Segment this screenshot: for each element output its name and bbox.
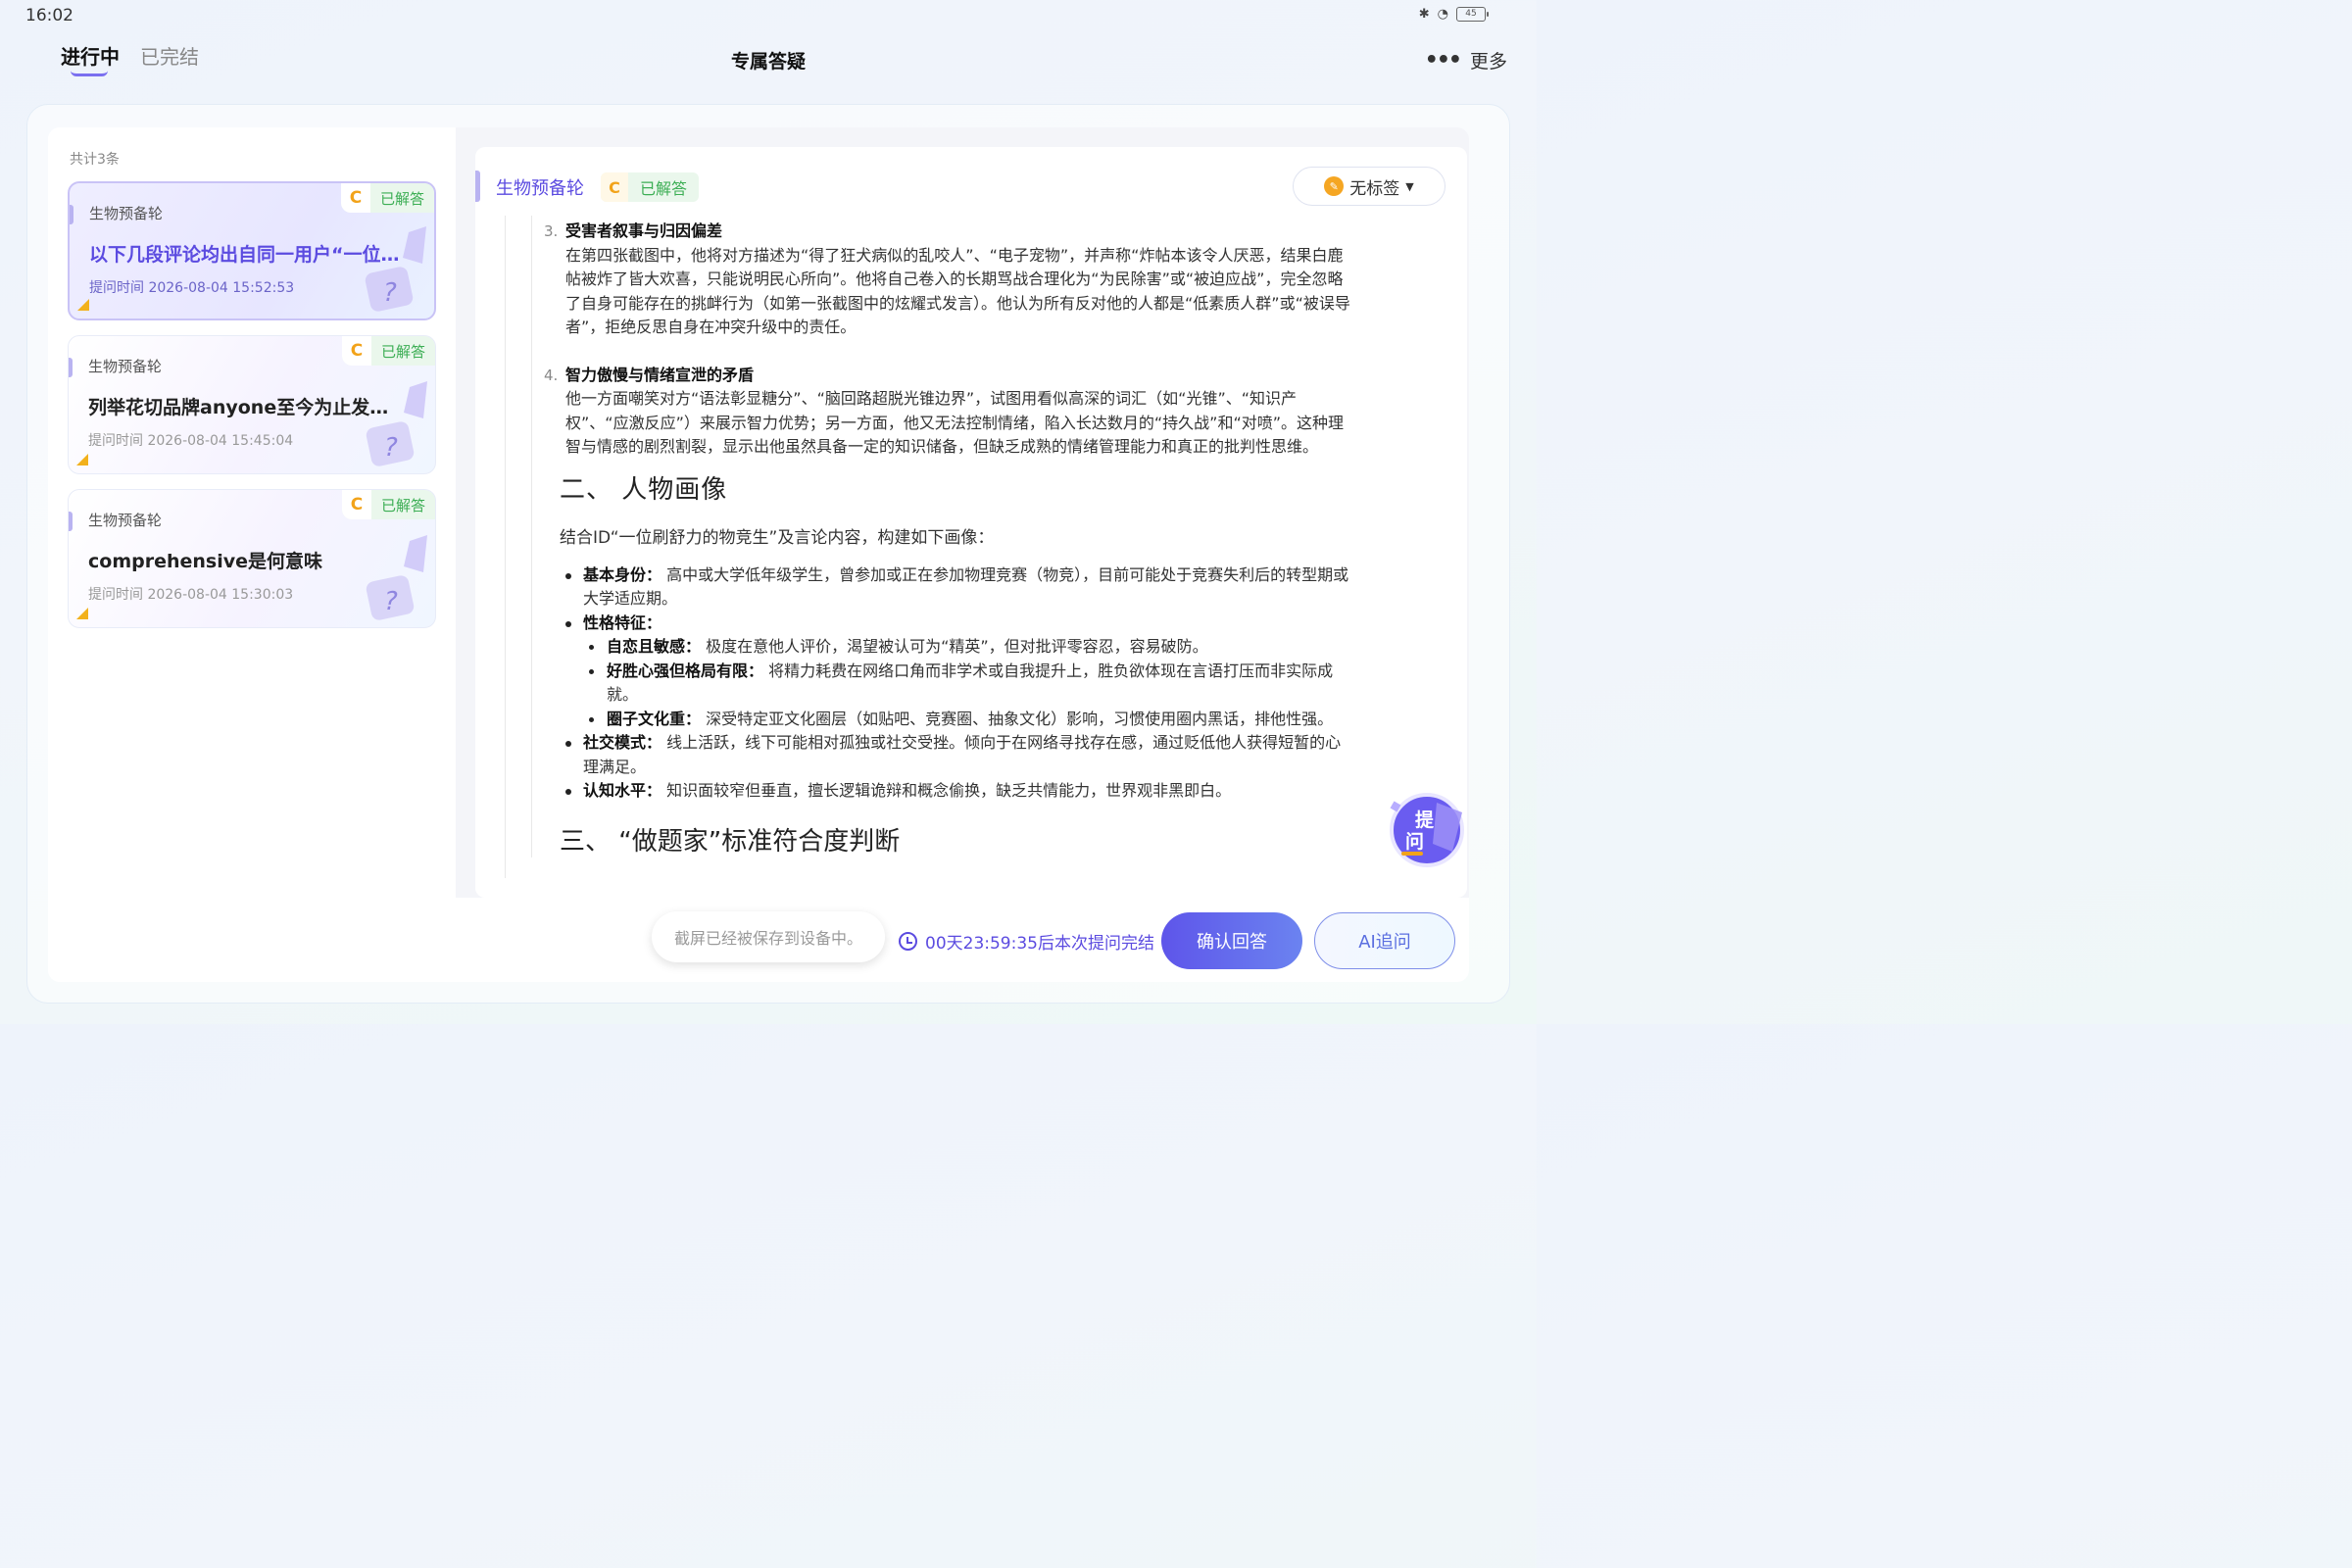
- tag-dropdown-label: 无标签: [1349, 178, 1400, 199]
- trait-label: 好胜心强但格局有限：: [607, 661, 764, 680]
- svg-text:?: ?: [383, 278, 397, 308]
- detail-subject: 生物预备轮: [496, 178, 584, 199]
- numbered-item: 3. 受害者叙事与归因偏差 在第四张截图中，他将对方描述为“得了狂犬病似的乱咬人…: [538, 220, 1354, 340]
- profile-text: 高中或大学低年级学生，曾参加或正在参加物理竞赛（物竞），目前可能处于竞赛失利后的…: [583, 564, 1349, 609]
- grade-c-icon: C: [341, 490, 371, 519]
- card-subject: 生物预备轮: [88, 358, 163, 375]
- profile-label: 性格特征：: [583, 612, 662, 632]
- answer-content-inner: 3. 受害者叙事与归因偏差 在第四张截图中，他将对方描述为“得了狂犬病似的乱咬人…: [531, 216, 1354, 858]
- traits-list: 自恋且敏感： 极度在意他人评价，渴望被认可为“精英”，但对批评零容忍，容易破防。…: [583, 635, 1354, 731]
- question-list: 共计3条 生物预备轮 C 已解答 以下几段评论均出自同一用户“一位… 提问时间 …: [48, 127, 456, 982]
- profile-item: 性格特征： 自恋且敏感： 极度在意他人评价，渴望被认可为“精英”，但对批评零容忍…: [560, 612, 1354, 732]
- floating-ask-button[interactable]: 提 问: [1384, 789, 1466, 871]
- battery-icon: 45: [1456, 7, 1489, 22]
- item-number: 4.: [544, 366, 559, 384]
- countdown-text: 00天23:59:35后本次提问完结: [925, 934, 1154, 954]
- section-heading: 二、 人物画像: [560, 474, 728, 505]
- status-badge: C 已解答: [341, 336, 435, 366]
- trait-label: 圈子文化重：: [607, 709, 702, 728]
- more-button[interactable]: ••• 更多: [1425, 47, 1507, 74]
- card-time: 提问时间 2026-08-04 15:30:03: [88, 587, 294, 603]
- corner-flag-icon: [77, 299, 89, 311]
- question-card[interactable]: 生物预备轮 C 已解答 comprehensive是何意味 提问时间 2026-…: [68, 489, 436, 628]
- status-bar: 16:02 ✱ ◔ 45: [0, 0, 1537, 31]
- card-time: 提问时间 2026-08-04 15:45:04: [88, 433, 294, 449]
- profile-text: 知识面较窄但垂直，擅长逻辑诡辩和概念偷换，缺乏共情能力，世界观非黑即白。: [662, 781, 1232, 800]
- status-badge: C 已解答: [341, 490, 435, 519]
- caret-down-icon: ▼: [1405, 179, 1414, 193]
- trait-item: 自恋且敏感： 极度在意他人评价，渴望被认可为“精英”，但对批评零容忍，容易破防。: [583, 635, 1354, 660]
- grade-c-icon: C: [601, 172, 628, 202]
- card-stripe: [69, 512, 73, 531]
- bluetooth-icon: ✱: [1418, 7, 1430, 22]
- svg-text:?: ?: [384, 587, 398, 616]
- status-badge: C 已解答: [340, 183, 434, 213]
- trait-item: 圈子文化重： 深受特定亚文化圈层（如贴吧、竞赛圈、抽象文化）影响，习惯使用圈内黑…: [583, 708, 1354, 732]
- detail-status-badge: C 已解答: [601, 172, 700, 202]
- corner-flag-icon: [76, 608, 88, 619]
- trait-label: 自恋且敏感：: [607, 637, 702, 656]
- profile-text: 线上活跃，线下可能相对孤独或社交受挫。倾向于在网络寻找存在感，通过贬低他人获得短…: [583, 733, 1342, 776]
- card-subject: 生物预备轮: [88, 512, 163, 529]
- status-badge-text: 已解答: [379, 189, 424, 208]
- more-dots-icon: •••: [1424, 47, 1462, 73]
- tag-icon: ✎: [1324, 176, 1345, 196]
- profile-item: 基本身份： 高中或大学低年级学生，曾参加或正在参加物理竞赛（物竞），目前可能处于…: [560, 564, 1354, 612]
- wifi-icon: ◔: [1437, 7, 1448, 22]
- item-number: 3.: [544, 222, 559, 240]
- section-heading: 三、 “做题家”标准符合度判断: [560, 826, 901, 857]
- item-title: 智力傲慢与情绪宣泄的矛盾: [565, 365, 755, 384]
- item-body: 他一方面嘲笑对方“语法彰显糖分”、“脑回路超脱光锥边界”，试图用看似高深的词汇（…: [565, 389, 1345, 456]
- detail-stripe: [475, 171, 480, 202]
- item-body: 在第四张截图中，他将对方描述为“得了狂犬病似的乱咬人”、“电子宠物”，并声称“炸…: [565, 245, 1350, 337]
- profile-list: 基本身份： 高中或大学低年级学生，曾参加或正在参加物理竞赛（物竞），目前可能处于…: [560, 564, 1354, 804]
- clock-icon: [899, 932, 917, 951]
- question-detail-pane: 生物预备轮 C 已解答 ✎ 无标签 ▼ 3. 受害者叙事与归因偏差 在第四张截图…: [456, 127, 1469, 982]
- page-title: 专属答疑: [730, 51, 806, 73]
- corner-flag-icon: [76, 454, 88, 466]
- screenshot-toast: 截屏已经被保存到设备中。: [652, 911, 885, 962]
- trait-item: 好胜心强但格局有限： 将精力耗费在网络口角而非学术或自我提升上，胜负欲体现在言语…: [583, 660, 1354, 708]
- status-badge-text: 已解答: [380, 342, 425, 361]
- ask-label-1: 提: [1415, 808, 1435, 831]
- trait-text: 深受特定亚文化圈层（如贴吧、竞赛圈、抽象文化）影响，习惯使用圈内黑话，排他性强。: [701, 709, 1334, 728]
- tag-dropdown[interactable]: ✎ 无标签 ▼: [1293, 167, 1446, 206]
- card-stripe: [69, 358, 73, 377]
- profile-label: 社交模式：: [583, 733, 662, 752]
- question-mark-decoration-icon: ?: [366, 535, 427, 620]
- question-mark-decoration-icon: ?: [366, 381, 427, 466]
- section-intro: 结合ID“一位刷舒力的物竞生”及言论内容，构建如下画像：: [560, 527, 995, 548]
- main-panel: 共计3条 生物预备轮 C 已解答 以下几段评论均出自同一用户“一位… 提问时间 …: [48, 127, 1469, 982]
- detail-status-text: 已解答: [640, 179, 688, 198]
- ai-followup-button[interactable]: AI追问: [1314, 912, 1455, 969]
- profile-item: 认知水平： 知识面较窄但垂直，擅长逻辑诡辩和概念偷换，缺乏共情能力，世界观非黑即…: [560, 779, 1354, 804]
- card-stripe: [70, 205, 74, 224]
- countdown: 00天23:59:35后本次提问完结: [899, 929, 1154, 954]
- profile-item: 社交模式： 线上活跃，线下可能相对孤独或社交受挫。倾向于在网络寻找存在感，通过贬…: [560, 731, 1354, 779]
- answer-content[interactable]: 3. 受害者叙事与归因偏差 在第四张截图中，他将对方描述为“得了狂犬病似的乱咬人…: [505, 216, 1406, 878]
- top-nav: 进行中 已完结 专属答疑 ••• 更多: [0, 37, 1537, 86]
- confirm-answer-button[interactable]: 确认回答: [1161, 912, 1302, 969]
- question-card[interactable]: 生物预备轮 C 已解答 以下几段评论均出自同一用户“一位… 提问时间 2026-…: [68, 181, 436, 320]
- item-title: 受害者叙事与归因偏差: [565, 221, 723, 240]
- grade-c-icon: C: [341, 336, 371, 366]
- bottom-action-bar: 截屏已经被保存到设备中。 00天23:59:35后本次提问完结 确认回答 AI追…: [456, 898, 1469, 982]
- card-subject: 生物预备轮: [89, 205, 164, 222]
- status-time: 16:02: [25, 6, 74, 25]
- question-mark-decoration-icon: ?: [365, 226, 426, 312]
- answer-panel: 生物预备轮 C 已解答 ✎ 无标签 ▼ 3. 受害者叙事与归因偏差 在第四张截图…: [475, 147, 1467, 898]
- trait-text: 极度在意他人评价，渴望被认可为“精英”，但对批评零容忍，容易破防。: [701, 637, 1208, 656]
- ask-label-2: 问: [1405, 831, 1424, 853]
- more-label: 更多: [1469, 51, 1507, 73]
- profile-label: 基本身份：: [583, 564, 662, 584]
- question-card[interactable]: 生物预备轮 C 已解答 列举花切品牌anyone至今为止发售… 提问时间 202…: [68, 335, 436, 474]
- numbered-item: 4. 智力傲慢与情绪宣泄的矛盾 他一方面嘲笑对方“语法彰显糖分”、“脑回路超脱光…: [538, 364, 1354, 460]
- list-count: 共计3条: [70, 152, 120, 168]
- card-time: 提问时间 2026-08-04 15:52:53: [89, 280, 295, 296]
- svg-text:?: ?: [384, 433, 398, 463]
- status-icons: ✱ ◔ 45: [1418, 7, 1489, 22]
- grade-c-icon: C: [340, 183, 370, 213]
- status-badge-text: 已解答: [380, 496, 425, 514]
- profile-label: 认知水平：: [583, 781, 662, 800]
